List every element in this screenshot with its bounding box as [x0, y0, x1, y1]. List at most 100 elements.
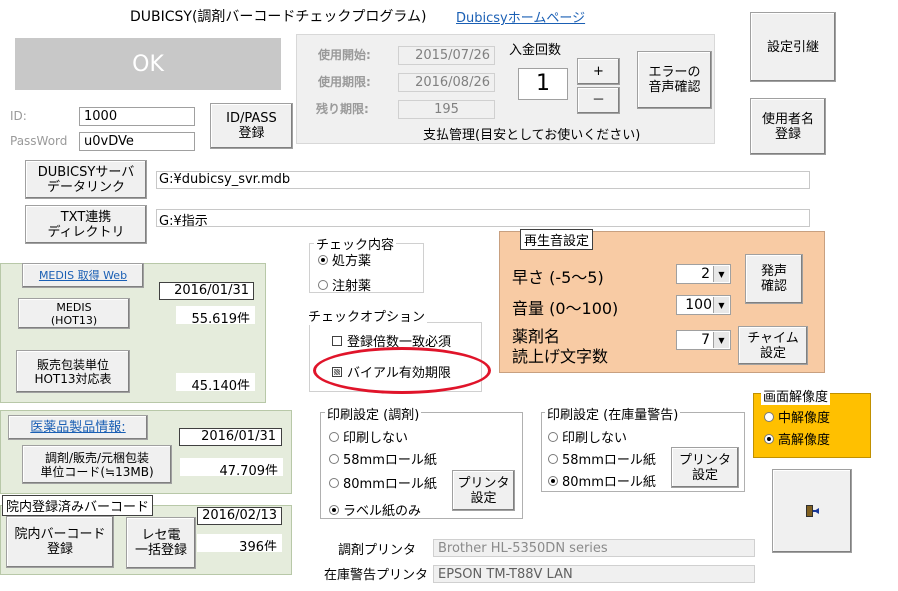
radio-icon — [329, 453, 339, 464]
check-content-option-injection[interactable]: 注射薬 — [318, 275, 371, 294]
stock-printer-label: 在庫警告プリンタ — [324, 568, 429, 583]
chevron-down-icon: ▼ — [713, 332, 729, 348]
radio-icon — [318, 279, 328, 290]
chevron-down-icon: ▼ — [713, 297, 729, 313]
password-label: PassWord — [10, 134, 68, 148]
resolution-high-option[interactable]: 高解像度 — [764, 429, 830, 448]
settings-inherit-button[interactable]: 設定引継 — [750, 12, 836, 82]
exit-door-icon — [806, 505, 819, 517]
user-register-button[interactable]: 使用者名 登録 — [750, 98, 826, 155]
rece-bulk-button[interactable]: レセ電 一括登録 — [126, 517, 196, 569]
volume-value: 100 — [685, 297, 712, 313]
volume-select[interactable]: 100 ▼ — [676, 295, 731, 315]
option-label: 注射薬 — [332, 279, 372, 294]
hospital-barcode-button[interactable]: 院内バーコード 登録 — [6, 516, 114, 568]
checkbox-icon — [332, 335, 342, 346]
medis-sales-count: 45,140件 — [176, 373, 255, 391]
error-sound-button[interactable]: エラーの 音声確認 — [637, 51, 712, 109]
chime-settings-button[interactable]: チャイム 設定 — [738, 326, 808, 365]
option-label: 80mmロール紙 — [343, 477, 437, 492]
option-label: 58mmロール紙 — [343, 453, 437, 468]
print-stock-none[interactable]: 印刷しない — [548, 427, 627, 446]
radio-icon — [329, 477, 339, 488]
medis-date: 2016/01/31 — [159, 282, 254, 300]
id-input[interactable]: 1000 — [79, 107, 195, 126]
chevron-down-icon: ▼ — [713, 266, 729, 282]
print-dispense-label[interactable]: ラベル紙のみ — [329, 500, 421, 519]
id-pass-register-button[interactable]: ID/PASS 登録 — [210, 103, 293, 149]
resolution-title: 画面解像度 — [761, 386, 831, 405]
option-label: 中解像度 — [778, 411, 831, 426]
sound-confirm-button[interactable]: 発声 確認 — [745, 254, 803, 304]
txt-link-button[interactable]: TXT連携 ディレクトリ — [25, 205, 147, 244]
end-date-label: 使用期限: — [318, 75, 371, 89]
chars-value: 7 — [701, 332, 710, 348]
option-label: 80mmロール紙 — [562, 475, 656, 490]
option-label: 高解像度 — [778, 433, 831, 448]
option-label: 印刷しない — [343, 431, 409, 446]
app-title: DUBICSY(調剤バーコードチェックプログラム) — [130, 9, 427, 25]
medis-sales-button[interactable]: 販売包装単位 HOT13対応表 — [16, 350, 130, 393]
print-dispense-80mm[interactable]: 80mmロール紙 — [329, 473, 437, 492]
print-dispense-58mm[interactable]: 58mmロール紙 — [329, 449, 437, 468]
option-label: ラベル紙のみ — [343, 504, 422, 519]
print-dispense-title: 印刷設定 (調剤) — [325, 404, 422, 423]
homepage-link[interactable]: Dubicsyホームページ — [456, 7, 585, 26]
payment-note: 支払管理(目安としてお使いください) — [423, 128, 641, 143]
speed-value: 2 — [701, 266, 710, 282]
medis-hot13-count: 55,619件 — [176, 306, 255, 324]
print-dispense-none[interactable]: 印刷しない — [329, 427, 408, 446]
payment-plus-button[interactable]: + — [577, 58, 620, 85]
txt-path-input[interactable]: G:¥指示 — [156, 209, 810, 227]
server-link-button[interactable]: DUBICSYサーバ データリンク — [25, 160, 147, 199]
payment-count-value[interactable]: 1 — [518, 68, 568, 100]
radio-selected-icon — [318, 254, 328, 265]
option-label: 処方薬 — [332, 254, 372, 269]
dispense-printer-value: Brother HL-5350DN series — [433, 539, 755, 557]
radio-icon — [329, 431, 339, 442]
radio-selected-icon — [329, 504, 339, 515]
hospital-date: 2016/02/13 — [197, 507, 282, 525]
print-stock-80mm[interactable]: 80mmロール紙 — [548, 471, 656, 490]
speed-select[interactable]: 2 ▼ — [676, 264, 731, 284]
hospital-count: 396件 — [197, 534, 282, 552]
print-stock-title: 印刷設定 (在庫量警告) — [545, 404, 681, 423]
status-ok-display: OK — [15, 38, 281, 90]
drug-code-count: 47,709件 — [180, 458, 283, 476]
speed-label: 早さ (-5～5) — [512, 268, 604, 287]
chars-label: 薬剤名 読上げ文字数 — [512, 327, 609, 366]
dispense-printer-label: 調剤プリンタ — [338, 543, 417, 558]
remaining-value: 195 — [398, 100, 495, 119]
start-date-value: 2015/07/26 — [398, 46, 495, 65]
drug-info-date: 2016/01/31 — [179, 428, 282, 446]
print-stock-58mm[interactable]: 58mmロール紙 — [548, 449, 656, 468]
payment-count-label: 入金回数 — [509, 43, 562, 58]
volume-label: 音量 (0～100) — [512, 299, 619, 318]
print-dispense-printer-button[interactable]: プリンタ 設定 — [452, 470, 515, 511]
password-input[interactable]: u0vDVe — [79, 132, 195, 151]
end-date-value: 2016/08/26 — [398, 73, 495, 92]
sound-settings-title: 再生音設定 — [520, 229, 594, 250]
print-stock-printer-button[interactable]: プリンタ 設定 — [671, 447, 739, 488]
remaining-label: 残り期限: — [316, 102, 369, 116]
radio-selected-icon — [548, 475, 558, 486]
drug-info-link[interactable]: 医薬品製品情報: — [8, 415, 148, 440]
radio-selected-icon — [764, 433, 774, 444]
hospital-title: 院内登録済みバーコード — [2, 495, 154, 516]
radio-icon — [548, 431, 558, 442]
radio-icon — [764, 411, 774, 422]
option-label: 印刷しない — [562, 431, 628, 446]
status-ok-text: OK — [132, 51, 164, 77]
resolution-medium-option[interactable]: 中解像度 — [764, 407, 830, 426]
check-content-option-prescription[interactable]: 処方薬 — [318, 250, 371, 269]
medis-hot13-button[interactable]: MEDIS (HOT13) — [18, 298, 130, 329]
payment-minus-button[interactable]: － — [577, 87, 620, 114]
highlight-ellipse — [313, 347, 491, 394]
check-options-title: チェックオプション — [306, 306, 428, 325]
server-path-input[interactable]: G:¥dubicsy_svr.mdb — [156, 171, 810, 189]
option-label: 58mmロール紙 — [562, 453, 656, 468]
medis-web-link[interactable]: MEDIS 取得 Web — [22, 263, 144, 288]
chars-select[interactable]: 7 ▼ — [676, 330, 731, 350]
exit-button[interactable] — [772, 469, 852, 553]
drug-code-button[interactable]: 調剤/販売/元梱包装 単位コード(≒13MB) — [22, 445, 172, 484]
